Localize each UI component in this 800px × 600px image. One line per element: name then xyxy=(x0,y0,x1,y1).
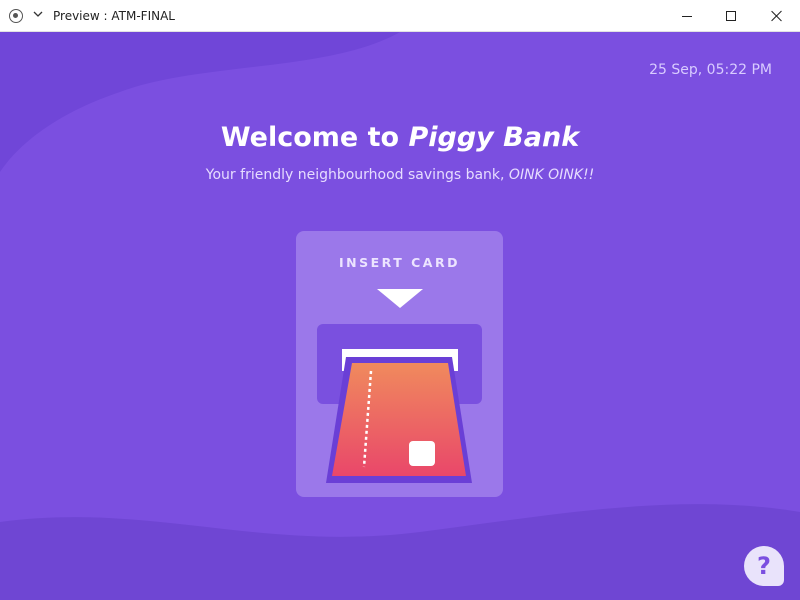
credit-card-icon xyxy=(326,349,472,483)
chevron-down-icon[interactable] xyxy=(31,8,45,22)
tagline: Your friendly neighbourhood savings bank… xyxy=(0,167,800,183)
brand-name: Piggy Bank xyxy=(408,122,580,153)
window-title: Preview : ATM-FINAL xyxy=(53,9,175,23)
datetime-display: 25 Sep, 05:22 PM xyxy=(649,62,772,78)
close-icon xyxy=(771,10,783,22)
help-button[interactable]: ? xyxy=(744,546,784,586)
card-reader-panel[interactable]: INSERT CARD xyxy=(296,231,503,497)
minimize-button[interactable] xyxy=(664,0,710,32)
app-icon[interactable] xyxy=(9,9,23,23)
minimize-icon xyxy=(682,15,692,17)
welcome-heading: Welcome to Piggy Bank xyxy=(0,122,800,153)
close-button[interactable] xyxy=(754,0,800,32)
arrow-down-icon xyxy=(377,289,423,308)
tagline-emphasis: OINK OINK!! xyxy=(508,167,595,183)
maximize-icon xyxy=(726,11,736,21)
tagline-text: Your friendly neighbourhood savings bank… xyxy=(205,167,509,183)
atm-screen: 25 Sep, 05:22 PM Welcome to Piggy Bank Y… xyxy=(0,32,800,600)
insert-card-label: INSERT CARD xyxy=(339,255,460,270)
maximize-button[interactable] xyxy=(708,0,754,32)
welcome-prefix: Welcome to xyxy=(220,122,409,153)
window-titlebar: Preview : ATM-FINAL xyxy=(0,0,800,32)
help-icon: ? xyxy=(757,552,771,580)
